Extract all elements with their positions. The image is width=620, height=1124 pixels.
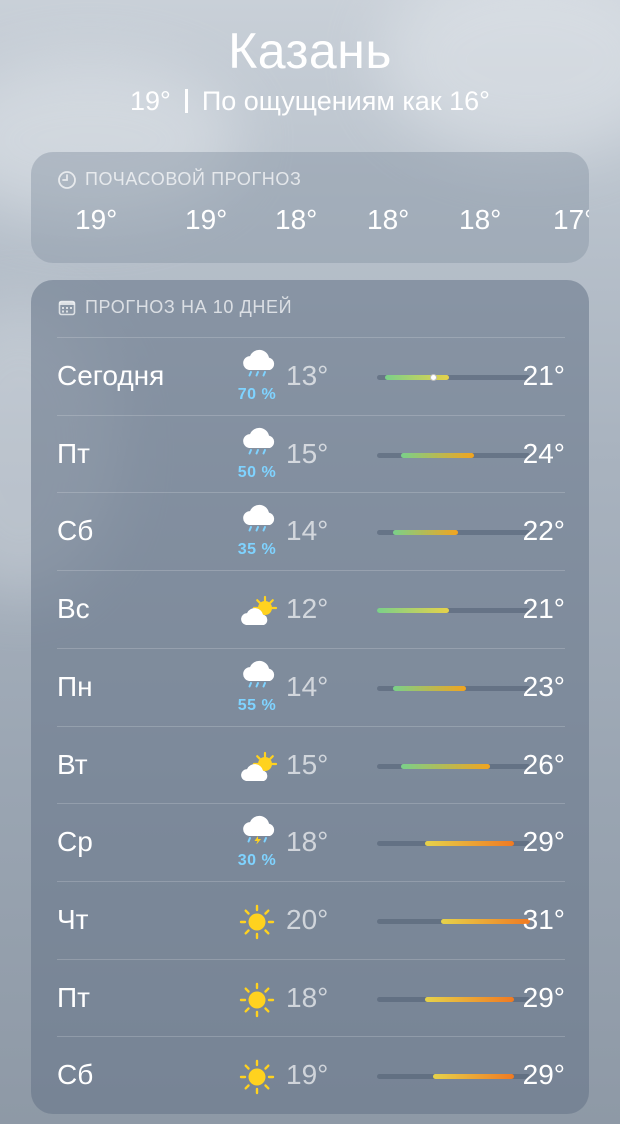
calendar-icon xyxy=(58,300,76,315)
temperature-range-bar xyxy=(377,608,530,614)
high-temperature: 23° xyxy=(522,670,565,702)
high-temperature: 21° xyxy=(522,593,565,625)
hourly-temp: 17° xyxy=(553,204,589,235)
daily-row[interactable]: Вт 15° 26° xyxy=(57,725,565,804)
current-temperature: 19° xyxy=(130,86,171,116)
partly-sunny-icon xyxy=(233,735,283,795)
daily-title: ПРОГНОЗ НА 10 ДНЕЙ xyxy=(85,297,293,317)
temperature-range-fill xyxy=(385,375,450,380)
temperature-range-bar xyxy=(377,1074,530,1080)
temperature-range-fill xyxy=(433,1074,514,1080)
low-temperature: 15° xyxy=(286,437,329,469)
high-temperature: 29° xyxy=(522,981,565,1013)
temperature-range-fill xyxy=(377,608,450,614)
daily-row[interactable]: Чт 20° 31° xyxy=(57,880,565,959)
temperature-range-bar xyxy=(377,918,530,924)
daily-row[interactable]: Сб 19° 29° xyxy=(57,1036,565,1114)
daily-row[interactable]: Сб 35 % 14° 22° xyxy=(57,492,565,570)
rain-cloud-icon: 50 % xyxy=(233,424,283,484)
daily-row[interactable]: Пн 55 % 14° 23° xyxy=(57,647,565,726)
high-temperature: 26° xyxy=(522,748,565,780)
temperature-range-fill xyxy=(393,530,458,536)
partly-sunny-icon xyxy=(233,579,283,639)
temperature-range-bar xyxy=(377,452,530,458)
daily-row[interactable]: Вс 12° 21° xyxy=(57,570,565,648)
low-temperature: 20° xyxy=(286,903,329,935)
city-name: Казань xyxy=(228,23,392,79)
day-name: Вт xyxy=(57,748,88,780)
hourly-temp: 19° xyxy=(75,204,118,235)
temperature-range-bar xyxy=(377,996,530,1002)
hourly-title: ПОЧАСОВОЙ ПРОГНОЗ xyxy=(85,169,302,189)
hourly-forecast-card[interactable]: ПОЧАСОВОЙ ПРОГНОЗ 19° 19° 18° 18° 18° 17° xyxy=(31,152,589,263)
daily-row[interactable]: Пт 18° 29° xyxy=(57,958,565,1037)
low-temperature: 18° xyxy=(286,981,329,1013)
sun-icon xyxy=(233,890,283,950)
current-conditions: 19° По ощущениям как 16° xyxy=(0,86,620,117)
high-temperature: 29° xyxy=(522,1059,565,1091)
clock-icon xyxy=(58,170,76,189)
day-name: Сегодня xyxy=(57,360,165,391)
separator xyxy=(184,89,188,113)
precipitation-chance: 30 % xyxy=(237,852,277,870)
temperature-range-bar xyxy=(377,841,530,847)
high-temperature: 21° xyxy=(522,360,565,391)
hourly-temp: 19° xyxy=(185,204,228,235)
temperature-range-fill xyxy=(441,918,530,924)
low-temperature: 14° xyxy=(286,670,329,702)
temperature-range-bar xyxy=(377,374,530,381)
rain-cloud-icon: 55 % xyxy=(233,657,283,717)
hourly-header: ПОЧАСОВОЙ ПРОГНОЗ xyxy=(57,169,301,190)
temperature-range-bar xyxy=(377,530,530,536)
temperature-range-fill xyxy=(393,685,466,691)
high-temperature: 22° xyxy=(522,515,565,547)
precipitation-chance: 55 % xyxy=(237,696,277,714)
low-temperature: 12° xyxy=(286,593,329,625)
high-temperature: 31° xyxy=(522,903,565,935)
day-name: Сб xyxy=(57,1059,94,1091)
temperature-range-fill xyxy=(425,996,514,1002)
temperature-range-fill xyxy=(401,763,490,769)
ten-day-forecast-card[interactable]: ПРОГНОЗ НА 10 ДНЕЙ Сегодня 70 % 13° 21° Пт … xyxy=(31,280,589,1114)
daily-row[interactable]: Ср 30 % 18° 29° xyxy=(57,803,565,881)
temperature-range-bar xyxy=(377,763,530,769)
hourly-temperatures[interactable]: 19° 19° 18° 18° 18° 17° xyxy=(31,204,589,244)
low-temperature: 13° xyxy=(286,360,329,391)
day-name: Пт xyxy=(57,437,90,469)
low-temperature: 18° xyxy=(286,826,329,858)
high-temperature: 29° xyxy=(522,826,565,858)
temperature-range-bar xyxy=(377,685,530,691)
temperature-range-fill xyxy=(425,841,514,847)
current-temperature-dot xyxy=(429,374,437,381)
low-temperature: 14° xyxy=(286,515,329,547)
rain-cloud-icon: 70 % xyxy=(233,346,283,406)
daily-row[interactable]: Сегодня 70 % 13° 21° xyxy=(57,337,565,415)
day-name: Вс xyxy=(57,593,90,625)
day-name: Чт xyxy=(57,903,89,935)
feels-like-text: По ощущениям как 16° xyxy=(201,86,490,116)
precipitation-chance: 35 % xyxy=(237,541,277,559)
day-name: Сб xyxy=(57,515,94,547)
low-temperature: 19° xyxy=(286,1059,329,1091)
day-name: Ср xyxy=(57,826,93,858)
thunderstorm-icon: 30 % xyxy=(233,812,283,872)
daily-row[interactable]: Пт 50 % 15° 24° xyxy=(57,414,565,493)
low-temperature: 15° xyxy=(286,748,329,780)
precipitation-chance: 70 % xyxy=(237,386,277,403)
precipitation-chance: 50 % xyxy=(237,463,277,481)
hourly-temp: 18° xyxy=(459,204,502,235)
hourly-temp: 18° xyxy=(367,204,410,235)
temperature-range-fill xyxy=(401,452,474,458)
daily-header: ПРОГНОЗ НА 10 ДНЕЙ xyxy=(57,297,292,318)
sun-icon xyxy=(233,968,283,1028)
day-name: Пт xyxy=(57,981,90,1013)
hourly-temp: 18° xyxy=(275,204,318,235)
day-name: Пн xyxy=(57,670,93,702)
sun-icon xyxy=(233,1045,283,1105)
high-temperature: 24° xyxy=(522,437,565,469)
rain-cloud-icon: 35 % xyxy=(233,501,283,561)
